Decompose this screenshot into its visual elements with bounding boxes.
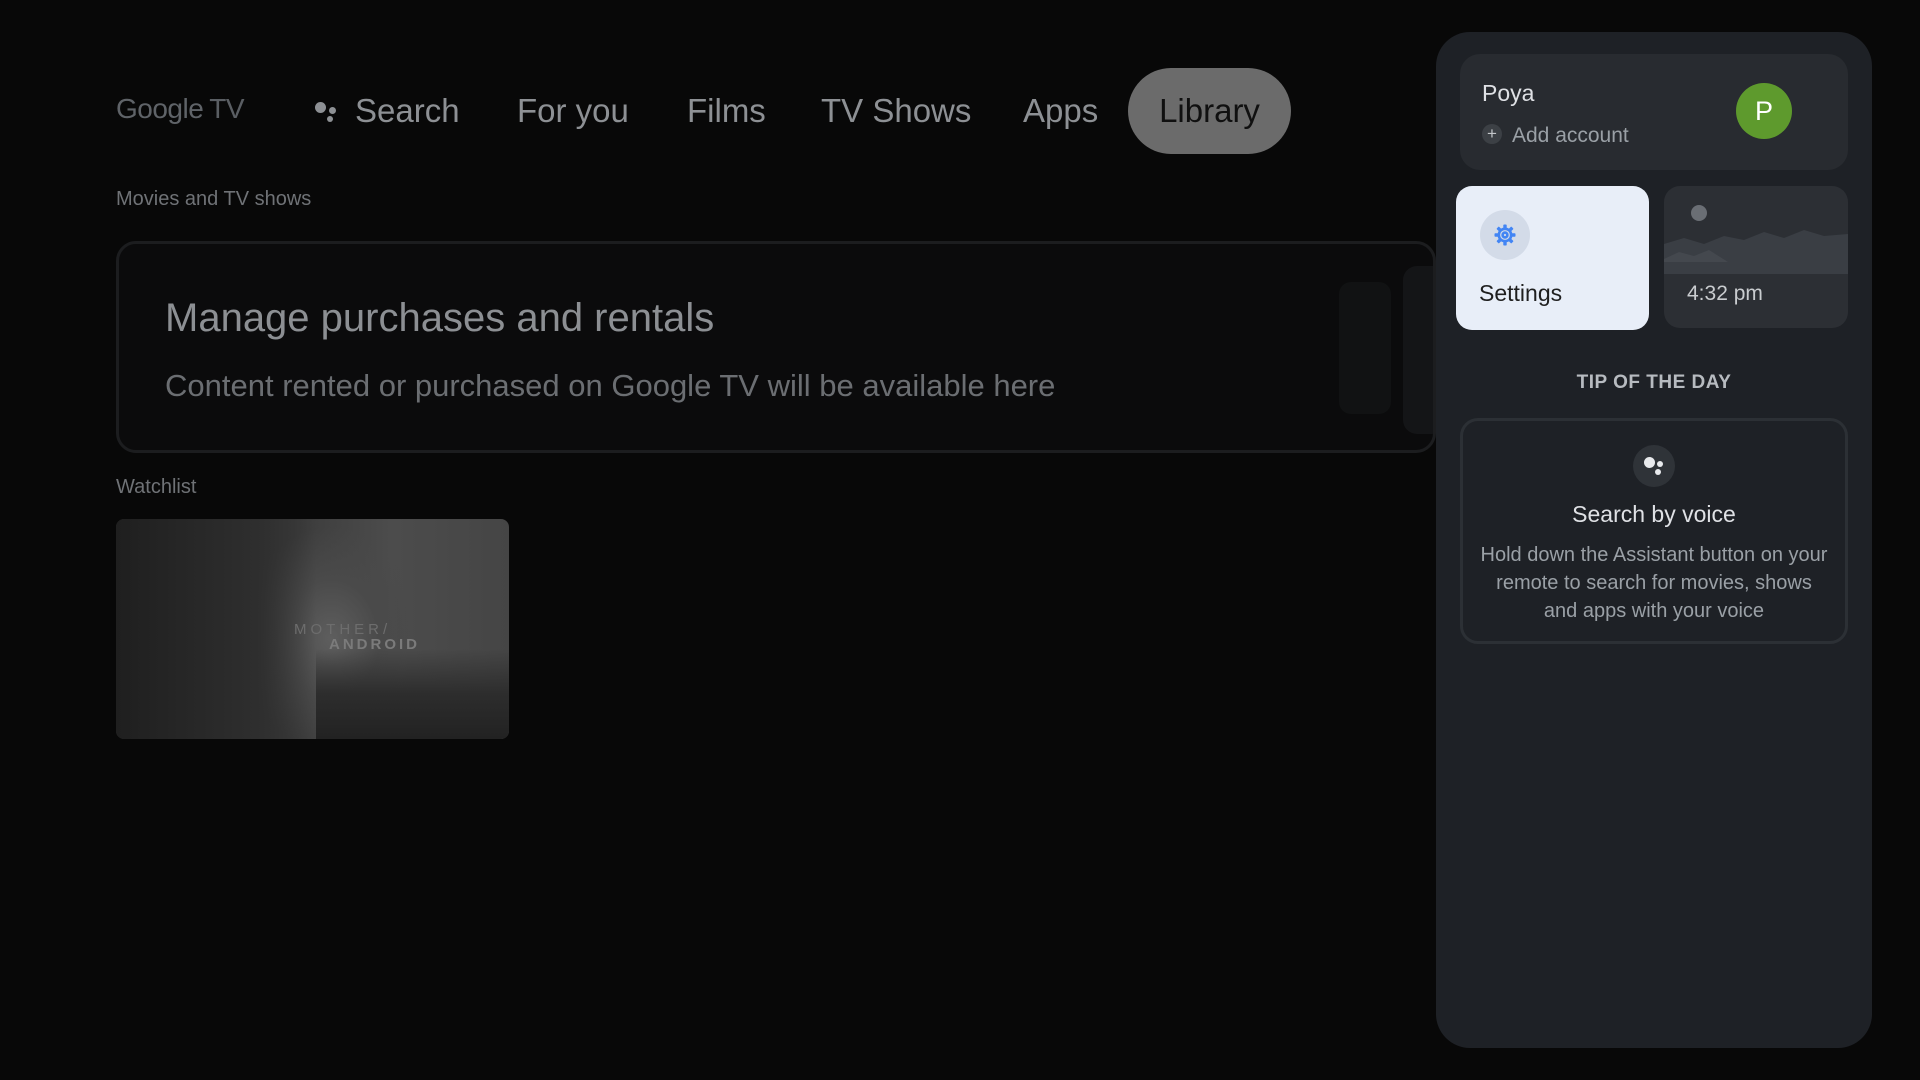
poster-artwork (116, 519, 316, 739)
account-card[interactable]: Poya + Add account P (1460, 54, 1848, 170)
account-name: Poya (1482, 80, 1535, 106)
assistant-icon (315, 99, 339, 123)
poster-title-line2: ANDROID (329, 636, 420, 653)
ambient-landscape-icon (1664, 205, 1848, 274)
assistant-icon (1633, 445, 1675, 487)
settings-label: Settings (1479, 280, 1563, 306)
movies-section-label: Movies and TV shows (116, 188, 312, 210)
manage-card-title: Manage purchases and rentals (165, 296, 715, 340)
watchlist-poster[interactable]: MOTHER/ ANDROID (116, 519, 509, 739)
watchlist-label: Watchlist (116, 476, 197, 498)
nav-library[interactable]: Library (1128, 68, 1291, 154)
nav-search[interactable]: Search (315, 68, 460, 154)
poster-artwork-trees (316, 649, 509, 739)
tip-body: Hold down the Assistant button on your r… (1480, 544, 1828, 622)
nav-films[interactable]: Films (687, 68, 766, 154)
gear-icon (1480, 210, 1530, 260)
clock-tile[interactable]: 4:32 pm (1664, 186, 1848, 328)
google-tv-logo: Google TV (116, 93, 245, 125)
add-account-label: Add account (1512, 124, 1629, 147)
nav-for-you[interactable]: For you (517, 68, 629, 154)
placeholder-tile (1403, 266, 1433, 434)
quick-settings-panel: Poya + Add account P Settings 4:32 pm TI… (1436, 32, 1872, 1048)
tip-of-the-day-heading: TIP OF THE DAY (1576, 372, 1732, 393)
brand-google: Google (116, 93, 204, 124)
brand-tv: TV (209, 93, 245, 124)
add-account-button[interactable]: + Add account (1482, 124, 1629, 148)
manage-purchases-card[interactable]: Manage purchases and rentals Content ren… (116, 241, 1436, 453)
tip-card[interactable]: Search by voice Hold down the Assistant … (1460, 418, 1848, 644)
avatar[interactable]: P (1736, 83, 1792, 139)
manage-card-subtitle: Content rented or purchased on Google TV… (165, 368, 1056, 403)
plus-icon: + (1482, 124, 1502, 145)
tip-title: Search by voice (1572, 501, 1736, 527)
nav-search-label: Search (355, 92, 460, 129)
clock-time: 4:32 pm (1687, 282, 1763, 305)
settings-tile[interactable]: Settings (1456, 186, 1649, 330)
nav-apps[interactable]: Apps (1023, 68, 1098, 154)
nav-tv-shows[interactable]: TV Shows (821, 68, 971, 154)
placeholder-tile (1339, 282, 1391, 414)
